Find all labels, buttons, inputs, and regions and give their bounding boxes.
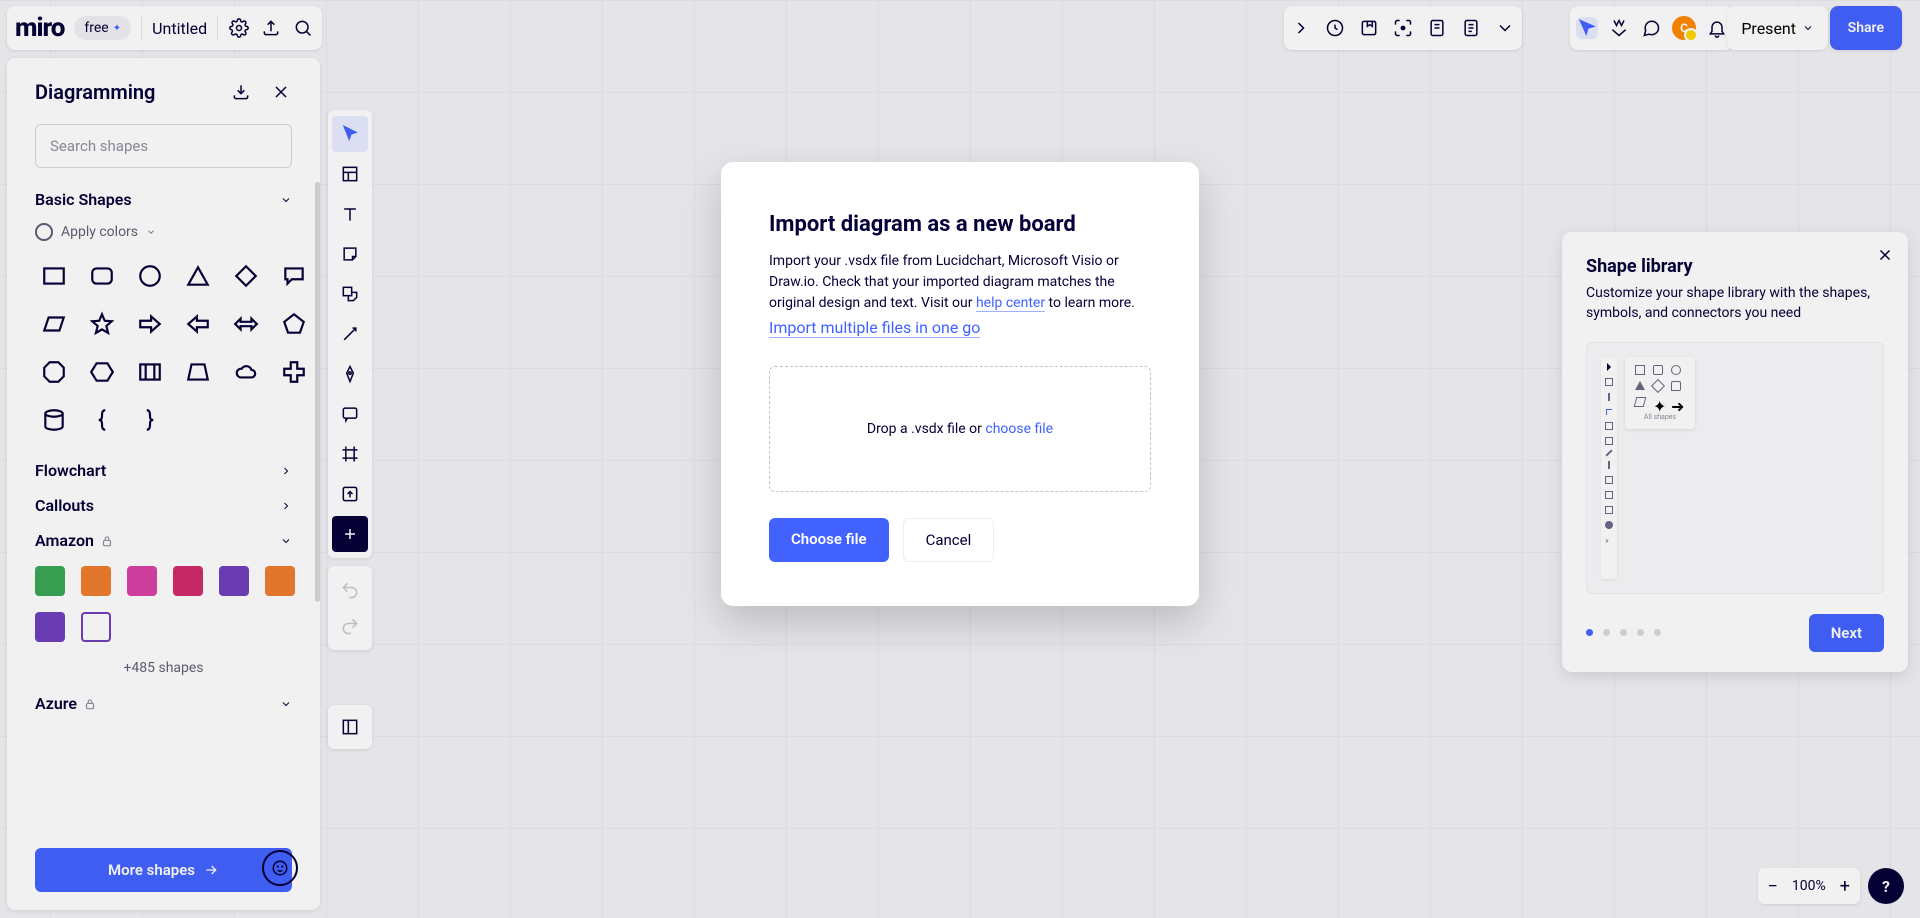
cancel-button[interactable]: Cancel [903,518,995,562]
choose-file-button[interactable]: Choose file [769,518,889,562]
modal-title: Import diagram as a new board [769,212,1151,237]
import-multiple-link[interactable]: Import multiple files in one go [769,318,980,338]
choose-file-link[interactable]: choose file [985,421,1053,437]
help-center-link[interactable]: help center [976,295,1045,312]
modal-overlay[interactable]: Import diagram as a new board Import you… [0,0,1920,918]
import-modal: Import diagram as a new board Import you… [721,162,1199,606]
drop-zone[interactable]: Drop a .vsdx file or choose file [769,366,1151,492]
modal-body: Import your .vsdx file from Lucidchart, … [769,251,1151,314]
